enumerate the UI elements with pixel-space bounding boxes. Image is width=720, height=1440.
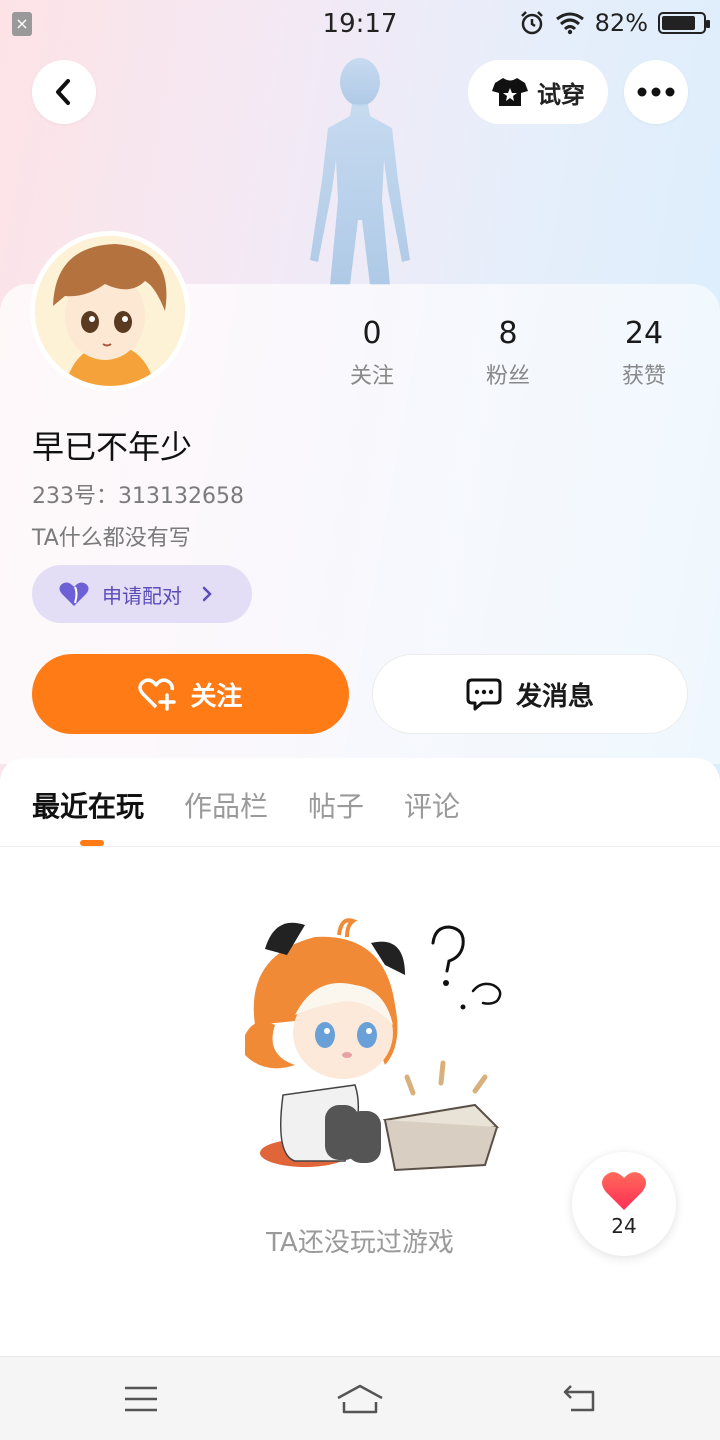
menu-icon (125, 1386, 157, 1412)
send-message-label: 发消息 (515, 681, 594, 712)
stat-value: 8 (498, 316, 518, 351)
menu-button[interactable] (116, 1377, 166, 1421)
stat-label: 获赞 (621, 364, 666, 389)
like-count: 24 (611, 1214, 637, 1238)
chat-bubble-icon (466, 678, 502, 711)
user-id: 233号：313132658 (32, 484, 244, 509)
chevron-left-icon (56, 79, 70, 105)
stat-label: 关注 (349, 364, 394, 389)
heart-plus-icon (138, 678, 177, 711)
profile-stats: 0 关注 8 粉丝 24 获赞 (304, 316, 714, 390)
tab-recently-played[interactable]: 最近在玩 (32, 785, 144, 825)
stat-likes[interactable]: 24 获赞 (576, 316, 712, 390)
profile-tabs: 最近在玩 作品栏 帖子 评论 (32, 785, 460, 825)
empty-state-illustration (245, 918, 502, 1172)
bio: TA什么都没有写 (32, 526, 191, 551)
home-icon (337, 1384, 383, 1414)
stat-following[interactable]: 0 关注 (304, 316, 440, 390)
status-indicators: 82% (519, 9, 710, 37)
home-button[interactable] (335, 1377, 385, 1421)
tab-posts[interactable]: 帖子 (308, 785, 364, 825)
avatar[interactable] (30, 231, 190, 391)
try-on-label: 试穿 (537, 80, 585, 109)
like-floating-button[interactable]: 24 (572, 1152, 676, 1256)
tab-divider (0, 846, 720, 847)
request-pair-label: 申请配对 (102, 583, 182, 608)
stat-label: 粉丝 (485, 364, 530, 389)
stat-followers[interactable]: 8 粉丝 (440, 316, 576, 390)
heart-icon (59, 582, 89, 606)
nickname: 早已不年少 (32, 428, 193, 466)
battery-level (662, 16, 695, 30)
heart-icon (602, 1172, 646, 1210)
status-bar: × 19:17 82% (0, 0, 720, 50)
follow-button[interactable]: 关注 (32, 654, 349, 734)
more-button[interactable] (624, 60, 688, 124)
send-message-button[interactable]: 发消息 (372, 654, 688, 734)
battery-percent: 82% (594, 9, 648, 37)
avatar-image (35, 236, 185, 386)
return-icon (563, 1385, 595, 1412)
try-on-button[interactable]: 试穿 (468, 60, 608, 124)
avatar-3d-figure-image (310, 58, 410, 285)
tshirt-icon (492, 78, 528, 106)
request-pair-button[interactable]: 申请配对 (32, 565, 252, 623)
system-navigation-bar (0, 1356, 720, 1440)
tab-comments[interactable]: 评论 (404, 785, 460, 825)
more-dots-icon (637, 87, 675, 97)
wifi-icon (555, 12, 584, 35)
back-nav-button[interactable] (554, 1377, 604, 1421)
follow-label: 关注 (190, 681, 243, 712)
alarm-icon (520, 11, 543, 35)
battery-icon (658, 12, 710, 34)
tab-works[interactable]: 作品栏 (184, 785, 268, 825)
chevron-right-icon (202, 586, 212, 602)
stat-value: 0 (362, 316, 382, 351)
stat-value: 24 (624, 316, 664, 351)
back-button[interactable] (32, 60, 96, 124)
